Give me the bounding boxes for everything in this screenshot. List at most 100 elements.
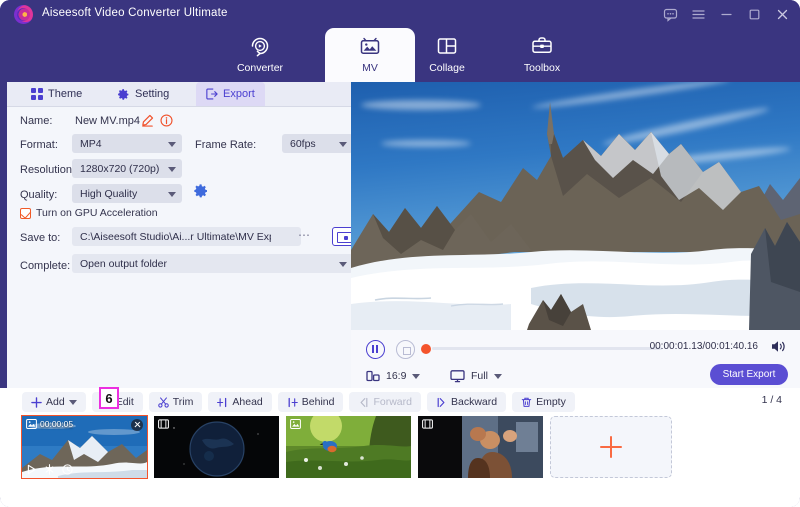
tab-export[interactable]: Export [196,82,265,106]
grid-icon [31,88,43,100]
framerate-select[interactable]: 60fps [282,134,353,153]
thumbnail-tools [26,464,73,475]
chevron-down-icon[interactable] [412,373,421,379]
format-select[interactable]: MP4 [72,134,182,153]
thumbnail-item[interactable] [154,416,279,478]
info-icon[interactable] [160,114,173,132]
aspect-ratio-value: 16:9 [386,370,407,382]
screen-mode-control[interactable]: Full [450,369,502,383]
timecode-display: 00:00:01.13/00:01:40.16 [649,341,758,352]
resolution-value: 1280x720 (720p) [80,162,160,175]
tab-theme[interactable]: Theme [21,82,92,106]
trim-label: Trim [172,396,194,408]
video-preview[interactable] [351,82,800,330]
close-icon[interactable] [775,7,790,22]
name-label: Name: [20,115,53,127]
saveto-label: Save to: [20,232,61,244]
thumbnail-image-person-portrait [418,416,543,478]
saveto-browse-dots[interactable]: ⋯ [298,228,312,242]
title-bar: Aiseesoft Video Converter Ultimate [0,0,800,28]
main-nav: Converter MV Collage Toolbox [0,28,800,82]
format-label: Format: [20,139,58,151]
ahead-icon [217,397,227,407]
quality-settings-gear-icon[interactable] [193,183,209,204]
window-controls [663,0,790,28]
maximize-icon[interactable] [747,7,762,22]
collage-icon [434,33,460,59]
minimize-icon[interactable] [719,7,734,22]
effects-icon [45,464,54,475]
app-title: Aiseesoft Video Converter Ultimate [42,7,228,19]
nav-item-toolbox[interactable]: Toolbox [497,28,587,82]
add-clip-placeholder[interactable] [550,416,672,478]
forward-label: Forward [373,396,412,408]
nav-label-mv: MV [362,62,378,74]
app-window: Aiseesoft Video Converter Ultimate Conve… [0,0,800,507]
saveto-field[interactable]: C:\Aiseesoft Studio\Ai...r Ultimate\MV E… [72,227,301,246]
gpu-label: Turn on GPU Acceleration [36,207,158,219]
ahead-button[interactable]: Ahead [208,392,272,412]
chevron-down-icon[interactable] [68,399,77,405]
volume-icon[interactable] [770,339,788,354]
preview-mountain-image [351,102,800,330]
resolution-label: Resolution: [20,164,76,176]
backward-button[interactable]: Backward [426,392,507,412]
add-label: Add [46,396,65,408]
empty-button[interactable]: Empty [512,392,575,412]
thumbnail-image-bird-meadow [286,416,411,478]
image-icon [26,419,37,429]
thumbnail-badge [158,419,172,429]
thumbnail-item[interactable] [418,416,543,478]
page-count: 1 / 4 [761,394,782,406]
thumbnail-item[interactable]: 00:00:05 [21,415,148,479]
quality-select[interactable]: High Quality [72,184,182,203]
gpu-acceleration-checkbox[interactable]: Turn on GPU Acceleration [20,207,158,219]
edit-name-icon[interactable] [141,114,154,132]
trim-button[interactable]: Trim [148,392,203,412]
chevron-down-icon [168,141,176,147]
left-rail [0,82,7,388]
thumbnail-badge [290,419,304,429]
feedback-icon[interactable] [663,7,678,22]
thumbnail-badge [422,419,436,429]
stop-button[interactable] [396,340,415,359]
nav-item-converter[interactable]: Converter [215,28,305,82]
plus-icon [600,436,622,458]
add-button[interactable]: Add [22,392,86,412]
complete-label: Complete: [20,260,71,272]
framerate-label: Frame Rate: [195,139,257,151]
tab-setting[interactable]: Setting [107,82,179,106]
converter-icon [247,33,273,59]
trash-icon [521,397,532,407]
gear-icon [118,88,129,100]
export-icon [206,88,218,100]
clip-toolbar: Add Edit Trim Ahead Behind Forward Backw… [0,388,800,416]
menu-icon[interactable] [691,7,706,22]
nav-item-collage[interactable]: Collage [402,28,492,82]
nav-label-collage: Collage [429,62,465,74]
backward-icon [437,397,445,407]
resolution-select[interactable]: 1280x720 (720p) [72,159,182,178]
format-value: MP4 [80,137,102,150]
aspect-ratio-control[interactable]: 16:9 [366,369,421,383]
screen-mode-value: Full [471,370,488,382]
ahead-label: Ahead [232,396,263,408]
pause-button[interactable] [366,340,385,359]
seek-bar[interactable] [421,343,662,354]
play-icon [27,464,36,475]
monitor-icon [450,370,465,383]
thumbnail-badge: 00:00:05 [26,419,73,429]
checkbox-box [20,207,31,219]
chevron-down-icon [339,141,347,147]
scissors-icon [158,396,169,408]
behind-button[interactable]: Behind [277,392,344,412]
complete-select[interactable]: Open output folder [72,254,353,273]
toolbox-icon [529,33,555,59]
thumbnail-item[interactable] [286,416,411,478]
framerate-value: 60fps [290,137,316,150]
seek-handle[interactable] [421,343,431,354]
start-export-side-button[interactable]: Start Export [710,364,788,385]
nav-label-toolbox: Toolbox [523,62,561,74]
chevron-down-icon[interactable] [493,373,502,379]
remove-clip-icon[interactable] [131,419,143,431]
